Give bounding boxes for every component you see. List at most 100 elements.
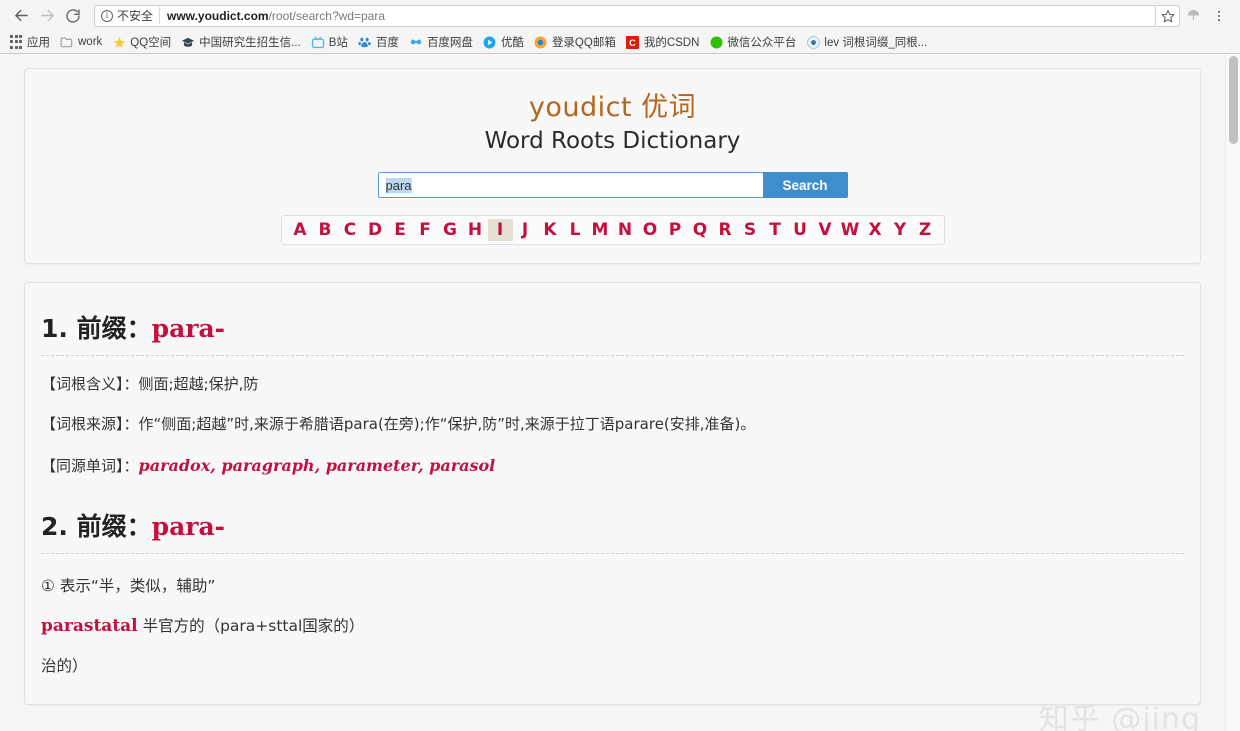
alpha-letter-c[interactable]: C xyxy=(338,219,363,241)
address-bar[interactable]: 不安全 www.youdict.com/root/search?wd=para xyxy=(94,5,1156,27)
alpha-letter-z[interactable]: Z xyxy=(913,219,938,241)
graduation-cap-icon xyxy=(181,35,195,49)
alphabet-index-bar: A B C D E F G H I J K L M N O P Q R S T xyxy=(281,215,945,245)
reload-button[interactable] xyxy=(60,3,86,29)
entry-2-sense: ① 表示“半，类似，辅助” xyxy=(41,574,1184,596)
alpha-letter-a[interactable]: A xyxy=(288,219,313,241)
alpha-letter-i[interactable]: I xyxy=(488,219,513,241)
bookmark-bilibili[interactable]: B站 xyxy=(308,33,353,51)
scrollbar-thumb[interactable] xyxy=(1229,56,1238,144)
alpha-letter-w[interactable]: W xyxy=(838,219,863,241)
lev-icon xyxy=(806,35,820,49)
alpha-letter-k[interactable]: K xyxy=(538,219,563,241)
browser-chrome: 不安全 www.youdict.com/root/search?wd=para … xyxy=(0,0,1240,54)
bookmark-label: work xyxy=(78,36,102,48)
alpha-letter-x[interactable]: X xyxy=(863,219,888,241)
entry-2-word-2-gloss: 治的） xyxy=(41,657,88,675)
entry-2-word-1-gloss: 半官方的（para+sttal国家的） xyxy=(143,617,365,635)
bookmark-qqzone[interactable]: QQ空间 xyxy=(109,33,176,51)
alpha-letter-t[interactable]: T xyxy=(763,219,788,241)
entry-1-index: 1. 前缀： xyxy=(41,314,152,343)
bookmark-label: 中国研究生招生信... xyxy=(199,34,301,50)
security-label: 不安全 xyxy=(117,7,153,24)
site-header-panel: youdict 优词 Word Roots Dictionary Search … xyxy=(24,68,1201,264)
wechat-icon xyxy=(709,35,723,49)
alpha-letter-j[interactable]: J xyxy=(513,219,538,241)
entry-1-origin-value: 作“侧面;超越”时,来源于希腊语para(在旁);作“保护,防”时,来源于拉丁语… xyxy=(139,415,756,433)
browser-menu-icon[interactable] xyxy=(1206,3,1232,29)
bookmark-label: QQ空间 xyxy=(130,34,171,50)
alpha-letter-l[interactable]: L xyxy=(563,219,588,241)
security-indicator[interactable]: 不安全 xyxy=(101,7,160,24)
baidu-icon xyxy=(358,35,372,49)
entry-1-cognates: 【同源单词】：paradox, paragraph, parameter, pa… xyxy=(41,454,1184,478)
alpha-letter-e[interactable]: E xyxy=(388,219,413,241)
bookmark-label: lev 词根词缀_同根... xyxy=(824,34,927,50)
youku-icon xyxy=(483,35,497,49)
bookmark-csdn[interactable]: C 我的CSDN xyxy=(623,33,705,51)
entry-1-meaning-value: 侧面;超越;保护,防 xyxy=(139,375,259,393)
bookmark-qqmail[interactable]: 登录QQ邮箱 xyxy=(531,33,621,51)
bookmark-wechat-mp[interactable]: 微信公众平台 xyxy=(706,33,801,51)
bookmark-baidu-pan[interactable]: 百度网盘 xyxy=(406,33,478,51)
bookmark-lev-roots[interactable]: lev 词根词缀_同根... xyxy=(803,33,932,51)
alpha-letter-d[interactable]: D xyxy=(363,219,388,241)
site-brand-title: youdict 优词 xyxy=(45,85,1180,124)
results-panel: 1. 前缀：para- 【词根含义】：侧面;超越;保护,防 【词根来源】：作“侧… xyxy=(24,282,1201,705)
entry-1-origin: 【词根来源】：作“侧面;超越”时,来源于希腊语para(在旁);作“保护,防”时… xyxy=(41,414,1184,436)
info-circle-icon xyxy=(101,10,113,22)
csdn-icon: C xyxy=(626,35,640,49)
alpha-letter-y[interactable]: Y xyxy=(888,219,913,241)
alpha-letter-m[interactable]: M xyxy=(588,219,613,241)
alpha-letter-r[interactable]: R xyxy=(713,219,738,241)
svg-text:C: C xyxy=(630,37,637,47)
site-subtitle: Word Roots Dictionary xyxy=(45,128,1180,154)
browser-toolbar: 不安全 www.youdict.com/root/search?wd=para xyxy=(0,0,1240,31)
bookmark-star-icon[interactable] xyxy=(1156,5,1180,27)
alpha-letter-b[interactable]: B xyxy=(313,219,338,241)
bilibili-icon xyxy=(311,35,325,49)
entry-1-cognates-value[interactable]: paradox, paragraph, parameter, parasol xyxy=(139,456,496,475)
alpha-letter-h[interactable]: H xyxy=(463,219,488,241)
entry-2-title: 2. 前缀：para- xyxy=(41,507,1184,554)
bookmark-youku[interactable]: 优酷 xyxy=(480,33,529,51)
entry-1-origin-label: 【词根来源】： xyxy=(41,415,139,433)
bookmark-label: 应用 xyxy=(27,34,50,50)
bookmark-work[interactable]: work xyxy=(57,34,107,50)
entry-1-meaning-label: 【词根含义】： xyxy=(41,375,139,393)
bookmark-baidu[interactable]: 百度 xyxy=(355,33,404,51)
search-button[interactable]: Search xyxy=(763,172,848,198)
alpha-letter-n[interactable]: N xyxy=(613,219,638,241)
folder-icon xyxy=(60,35,74,49)
alpha-letter-v[interactable]: V xyxy=(813,219,838,241)
alpha-letter-p[interactable]: P xyxy=(663,219,688,241)
star-icon xyxy=(112,35,126,49)
bookmark-label: 优酷 xyxy=(501,34,524,50)
bookmark-apps[interactable]: 应用 xyxy=(6,33,55,51)
bookmarks-bar: 应用 work QQ空间 中国研究生招生信... B站 xyxy=(0,31,1240,53)
entry-2-word-1-headword[interactable]: parastatal xyxy=(41,616,138,636)
entry-2-index: 2. 前缀： xyxy=(41,512,152,541)
alpha-letter-g[interactable]: G xyxy=(438,219,463,241)
bookmark-label: 百度网盘 xyxy=(427,34,473,50)
entry-1-root: para- xyxy=(152,314,225,343)
extension-icon[interactable] xyxy=(1180,3,1206,29)
bookmark-label: 微信公众平台 xyxy=(727,34,796,50)
bookmark-label: 百度 xyxy=(376,34,399,50)
alpha-letter-q[interactable]: Q xyxy=(688,219,713,241)
entry-2-root: para- xyxy=(152,512,225,541)
alpha-letter-f[interactable]: F xyxy=(413,219,438,241)
page-viewport: youdict 优词 Word Roots Dictionary Search … xyxy=(0,54,1240,731)
alpha-letter-u[interactable]: U xyxy=(788,219,813,241)
bookmark-label: B站 xyxy=(329,34,348,50)
page-content: youdict 优词 Word Roots Dictionary Search … xyxy=(0,54,1225,731)
page-scrollbar[interactable] xyxy=(1225,54,1240,731)
alpha-letter-s[interactable]: S xyxy=(738,219,763,241)
search-input[interactable] xyxy=(378,172,763,198)
back-button[interactable] xyxy=(8,3,34,29)
entry-2-word-1: parastatal 半官方的（para+sttal国家的） xyxy=(41,614,1184,636)
url-host: www.youdict.com xyxy=(167,9,269,23)
bookmark-grad-admission[interactable]: 中国研究生招生信... xyxy=(178,33,306,51)
alpha-letter-o[interactable]: O xyxy=(638,219,663,241)
forward-button[interactable] xyxy=(34,3,60,29)
